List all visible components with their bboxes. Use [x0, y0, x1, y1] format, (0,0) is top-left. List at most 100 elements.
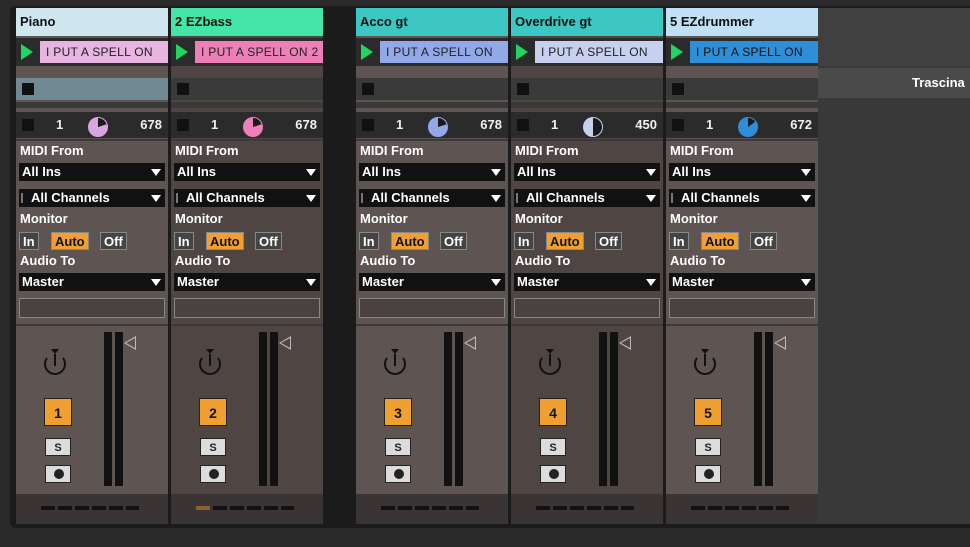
- stop-icon[interactable]: [177, 83, 189, 95]
- clip-name[interactable]: I PUT A SPELL ON: [380, 41, 508, 63]
- track-activator-button[interactable]: 4: [539, 398, 567, 426]
- clip-name[interactable]: I PUT A SPELL ON: [40, 41, 168, 63]
- crossfade-bar[interactable]: [16, 494, 168, 524]
- midi-channel-select[interactable]: All Channels: [514, 189, 660, 207]
- sub-output-field[interactable]: [174, 298, 320, 318]
- clip-slot-empty[interactable]: [511, 102, 663, 108]
- track-activator-button[interactable]: 5: [694, 398, 722, 426]
- track-name[interactable]: Piano: [16, 8, 168, 36]
- track-activator-button[interactable]: 3: [384, 398, 412, 426]
- pan-knob-icon[interactable]: [692, 348, 718, 378]
- solo-button[interactable]: S: [200, 438, 226, 456]
- stop-icon[interactable]: [672, 83, 684, 95]
- stop-icon[interactable]: [177, 119, 189, 131]
- arm-record-button[interactable]: [695, 465, 721, 483]
- monitor-auto-button[interactable]: Auto: [701, 232, 739, 250]
- stop-icon[interactable]: [22, 119, 34, 131]
- arm-record-button[interactable]: [385, 465, 411, 483]
- midi-input-select[interactable]: All Ins: [514, 163, 660, 181]
- monitor-auto-button[interactable]: Auto: [206, 232, 244, 250]
- play-icon[interactable]: [176, 44, 188, 60]
- monitor-auto-button[interactable]: Auto: [51, 232, 89, 250]
- play-icon[interactable]: [671, 44, 683, 60]
- track-activator-button[interactable]: 1: [44, 398, 72, 426]
- sub-output-field[interactable]: [19, 298, 165, 318]
- stop-icon[interactable]: [362, 83, 374, 95]
- crossfade-bar[interactable]: [356, 494, 508, 524]
- midi-input-select[interactable]: All Ins: [19, 163, 165, 181]
- clip-name[interactable]: I PUT A SPELL ON: [690, 41, 818, 63]
- volume-fader-icon[interactable]: [619, 336, 631, 350]
- solo-button[interactable]: S: [45, 438, 71, 456]
- solo-button[interactable]: S: [385, 438, 411, 456]
- clip-slot[interactable]: I PUT A SPELL ON 2: [171, 38, 323, 66]
- monitor-in-button[interactable]: In: [514, 232, 534, 250]
- drop-area[interactable]: Trascina: [818, 8, 970, 524]
- clip-slot[interactable]: I PUT A SPELL ON: [666, 38, 818, 66]
- solo-button[interactable]: S: [540, 438, 566, 456]
- clip-slot-empty[interactable]: [666, 78, 818, 100]
- arm-record-button[interactable]: [540, 465, 566, 483]
- clip-slot-empty[interactable]: [171, 102, 323, 108]
- clip-slot-empty[interactable]: [511, 78, 663, 100]
- play-icon[interactable]: [516, 44, 528, 60]
- stop-icon[interactable]: [22, 83, 34, 95]
- audio-output-select[interactable]: Master: [359, 273, 505, 291]
- pan-knob-icon[interactable]: [197, 348, 223, 378]
- midi-input-select[interactable]: All Ins: [669, 163, 815, 181]
- clip-slot-empty[interactable]: [356, 78, 508, 100]
- stop-icon[interactable]: [362, 119, 374, 131]
- sub-output-field[interactable]: [359, 298, 505, 318]
- monitor-off-button[interactable]: Off: [255, 232, 282, 250]
- volume-fader-icon[interactable]: [464, 336, 476, 350]
- midi-input-select[interactable]: All Ins: [174, 163, 320, 181]
- midi-channel-select[interactable]: All Channels: [174, 189, 320, 207]
- clip-slot-empty[interactable]: [171, 78, 323, 100]
- monitor-in-button[interactable]: In: [19, 232, 39, 250]
- track-name[interactable]: Acco gt: [356, 8, 508, 36]
- midi-channel-select[interactable]: All Channels: [359, 189, 505, 207]
- midi-channel-select[interactable]: All Channels: [669, 189, 815, 207]
- midi-input-select[interactable]: All Ins: [359, 163, 505, 181]
- audio-output-select[interactable]: Master: [19, 273, 165, 291]
- clip-slot-empty[interactable]: [16, 102, 168, 108]
- crossfade-bar[interactable]: [511, 494, 663, 524]
- audio-output-select[interactable]: Master: [669, 273, 815, 291]
- crossfade-bar[interactable]: [666, 494, 818, 524]
- track-name[interactable]: 5 EZdrummer: [666, 8, 818, 36]
- clip-slot-empty[interactable]: [16, 78, 168, 100]
- track-name[interactable]: Overdrive gt: [511, 8, 663, 36]
- clip-name[interactable]: I PUT A SPELL ON 2: [195, 41, 323, 63]
- sub-output-field[interactable]: [514, 298, 660, 318]
- clip-slot-empty[interactable]: [356, 102, 508, 108]
- clip-slot[interactable]: I PUT A SPELL ON: [16, 38, 168, 66]
- track-name[interactable]: 2 EZbass: [171, 8, 323, 36]
- audio-output-select[interactable]: Master: [514, 273, 660, 291]
- clip-slot[interactable]: I PUT A SPELL ON: [356, 38, 508, 66]
- stop-icon[interactable]: [672, 119, 684, 131]
- volume-fader-icon[interactable]: [279, 336, 291, 350]
- play-icon[interactable]: [361, 44, 373, 60]
- clip-name[interactable]: I PUT A SPELL ON: [535, 41, 663, 63]
- midi-channel-select[interactable]: All Channels: [19, 189, 165, 207]
- clip-slot-empty[interactable]: [666, 102, 818, 108]
- sub-output-field[interactable]: [669, 298, 815, 318]
- clip-slot[interactable]: I PUT A SPELL ON: [511, 38, 663, 66]
- play-icon[interactable]: [21, 44, 33, 60]
- track-activator-button[interactable]: 2: [199, 398, 227, 426]
- stop-icon[interactable]: [517, 119, 529, 131]
- stop-icon[interactable]: [517, 83, 529, 95]
- solo-button[interactable]: S: [695, 438, 721, 456]
- monitor-in-button[interactable]: In: [174, 232, 194, 250]
- pan-knob-icon[interactable]: [537, 348, 563, 378]
- audio-output-select[interactable]: Master: [174, 273, 320, 291]
- volume-fader-icon[interactable]: [774, 336, 786, 350]
- arm-record-button[interactable]: [45, 465, 71, 483]
- crossfade-bar[interactable]: [171, 494, 323, 524]
- monitor-auto-button[interactable]: Auto: [546, 232, 584, 250]
- monitor-off-button[interactable]: Off: [100, 232, 127, 250]
- monitor-auto-button[interactable]: Auto: [391, 232, 429, 250]
- monitor-in-button[interactable]: In: [669, 232, 689, 250]
- pan-knob-icon[interactable]: [382, 348, 408, 378]
- monitor-off-button[interactable]: Off: [440, 232, 467, 250]
